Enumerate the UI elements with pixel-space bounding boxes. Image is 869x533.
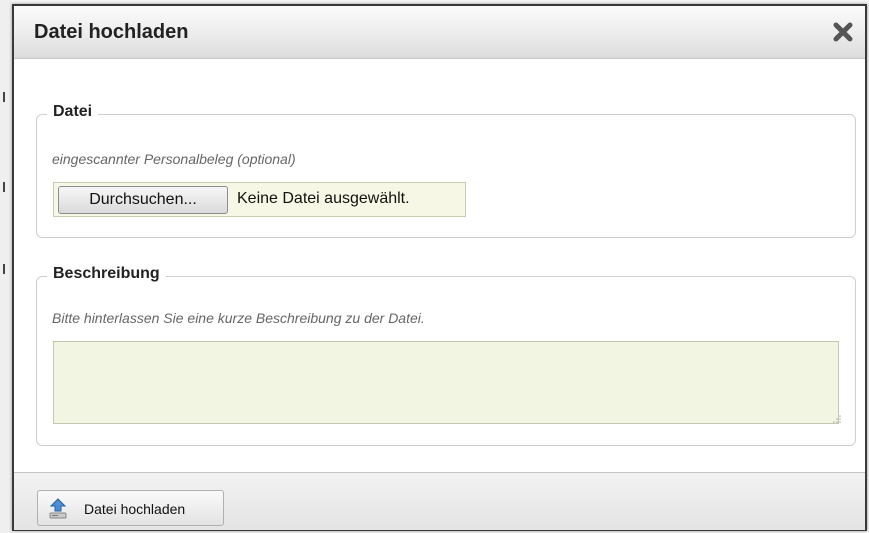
upload-dialog: Datei hochladen Datei eingescannter Pers… bbox=[12, 4, 867, 531]
dialog-footer: Datei hochladen bbox=[14, 472, 865, 530]
file-status-text: Keine Datei ausgewählt. bbox=[237, 190, 410, 207]
background-marker bbox=[3, 182, 5, 192]
dialog-titlebar: Datei hochladen bbox=[14, 6, 865, 59]
file-hint: eingescannter Personalbeleg (optional) bbox=[52, 151, 296, 167]
description-hint: Bitte hinterlassen Sie eine kurze Beschr… bbox=[52, 310, 425, 326]
resize-grip-icon[interactable] bbox=[833, 415, 841, 423]
description-legend: Beschreibung bbox=[47, 265, 166, 283]
background-marker bbox=[3, 92, 5, 102]
close-icon[interactable] bbox=[831, 20, 855, 44]
dialog-title: Datei hochladen bbox=[34, 21, 189, 43]
file-legend: Datei bbox=[47, 103, 99, 121]
upload-button-label: Datei hochladen bbox=[84, 501, 186, 517]
background-page-edge bbox=[0, 0, 12, 533]
browse-button[interactable]: Durchsuchen... bbox=[58, 186, 228, 214]
background-marker bbox=[3, 264, 5, 274]
description-textarea[interactable] bbox=[53, 341, 839, 424]
upload-arrow-icon bbox=[49, 498, 67, 519]
file-input[interactable]: Durchsuchen... Keine Datei ausgewählt. bbox=[53, 182, 466, 217]
description-fieldset: Beschreibung Bitte hinterlassen Sie eine… bbox=[36, 265, 856, 446]
file-fieldset: Datei eingescannter Personalbeleg (optio… bbox=[36, 103, 856, 238]
upload-button[interactable]: Datei hochladen bbox=[37, 490, 224, 526]
